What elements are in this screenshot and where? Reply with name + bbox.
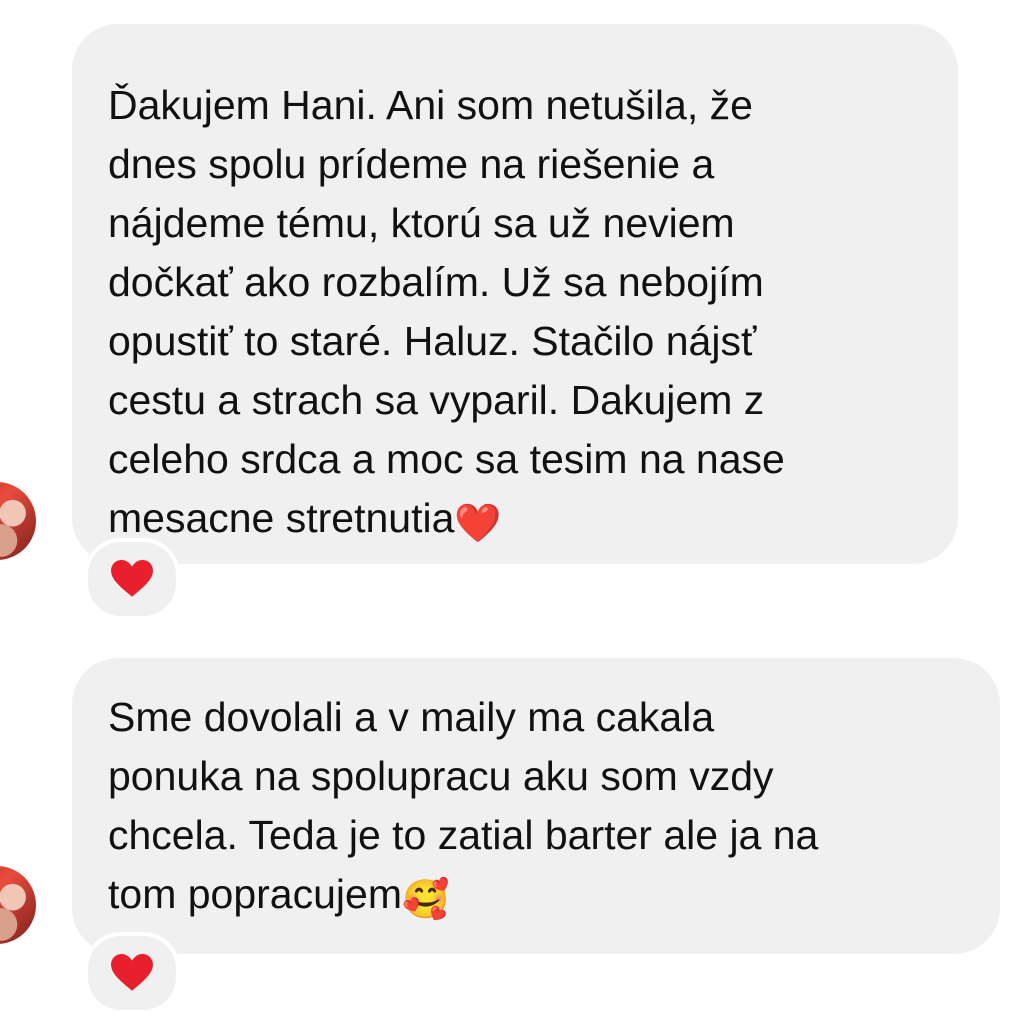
message-bubble[interactable]: Ďakujem Hani. Ani som netušila, že dnes … — [72, 24, 958, 564]
sender-avatar[interactable] — [0, 482, 36, 560]
sender-avatar[interactable] — [0, 866, 36, 944]
message-text: Ďakujem Hani. Ani som netušila, že dnes … — [108, 82, 785, 545]
message-text: Sme dovolali a v maily ma cakala ponuka … — [108, 694, 819, 921]
red-heart-emoji: ❤️ — [454, 503, 502, 545]
reaction-badge[interactable] — [84, 932, 180, 1014]
reaction-badge[interactable] — [84, 538, 180, 620]
heart-reaction-icon — [111, 560, 153, 597]
smiling-face-with-hearts-emoji: 🥰 — [401, 879, 450, 921]
message-bubble[interactable]: Sme dovolali a v maily ma cakala ponuka … — [72, 658, 1000, 954]
heart-reaction-icon — [111, 954, 153, 991]
